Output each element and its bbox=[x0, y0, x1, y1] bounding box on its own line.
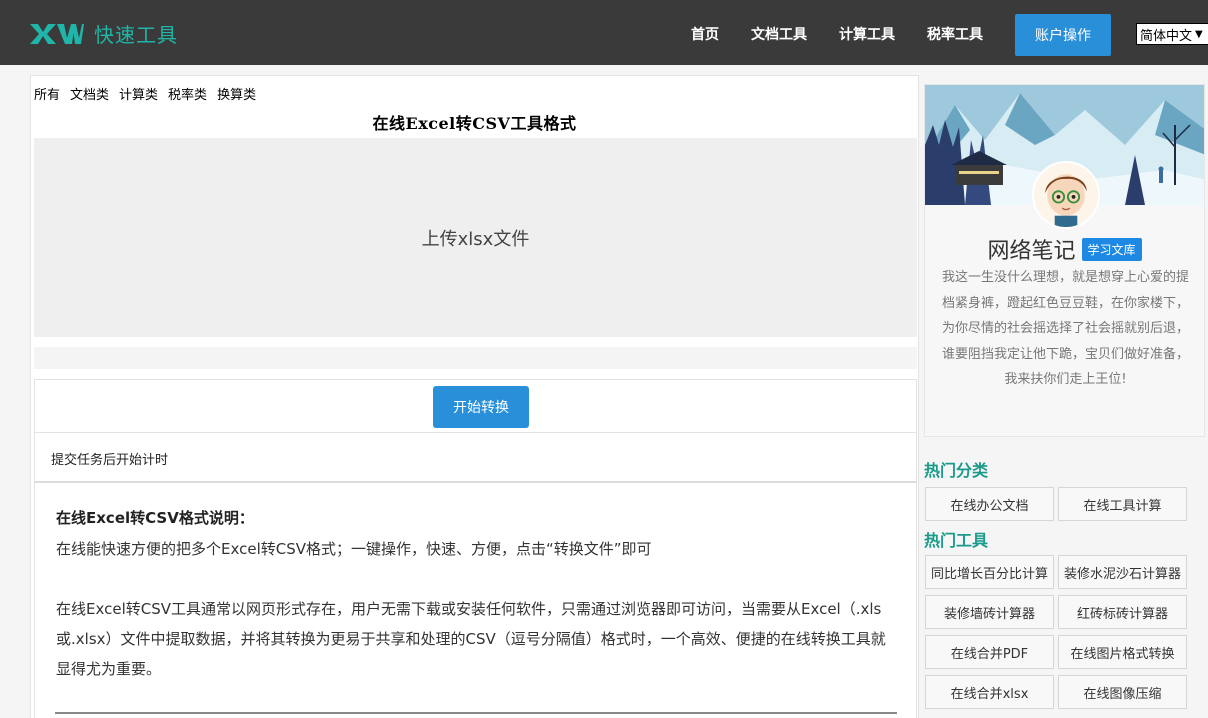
hot-tool-item[interactable]: 在线图像压缩 bbox=[1058, 675, 1187, 709]
nav-home[interactable]: 首页 bbox=[691, 24, 719, 44]
avatar[interactable] bbox=[1032, 161, 1100, 229]
hot-category-item[interactable]: 在线办公文档 bbox=[925, 487, 1054, 521]
category-filter: 所有 文档类 计算类 税率类 换算类 bbox=[34, 84, 266, 103]
hot-tool-item[interactable]: 装修墙砖计算器 bbox=[925, 595, 1054, 629]
profile-name-row: 网络笔记 学习文库 bbox=[925, 233, 1204, 265]
top-navbar: 快速工具 首页 文档工具 计算工具 税率工具 账户操作 简体中文 ▼ bbox=[0, 0, 1208, 65]
nav-tax-tools[interactable]: 税率工具 bbox=[927, 24, 983, 44]
action-box: 开始转换 bbox=[34, 379, 917, 433]
category-calc[interactable]: 计算类 bbox=[119, 84, 158, 103]
language-value: 简体中文 bbox=[1140, 28, 1193, 44]
timer-box: 提交任务后开始计时 bbox=[34, 433, 917, 483]
hot-tool-item[interactable]: 在线合并xlsx bbox=[925, 675, 1054, 709]
profile-name: 网络笔记 bbox=[987, 239, 1076, 264]
tool-title: 在线Excel转CSV工具格式 bbox=[372, 114, 577, 133]
profile-card: 网络笔记 学习文库 我这一生没什么理想，就是想穿上心爱的提档紧身裤，蹬起红色豆豆… bbox=[924, 84, 1205, 437]
logo-text: 快速工具 bbox=[94, 23, 178, 47]
nav-calc-tools[interactable]: 计算工具 bbox=[839, 24, 895, 44]
profile-bio: 我这一生没什么理想，就是想穿上心爱的提档紧身裤，蹬起红色豆豆鞋，在你家楼下，为你… bbox=[941, 270, 1189, 387]
hot-tool-item[interactable]: 同比增长百分比计算 bbox=[925, 555, 1054, 589]
profile-badge[interactable]: 学习文库 bbox=[1081, 237, 1142, 261]
description-box: 在线Excel转CSV格式说明： 在线能快速方便的把多个Excel转CSV格式；… bbox=[34, 483, 917, 718]
hot-category-item[interactable]: 在线工具计算 bbox=[1058, 487, 1187, 521]
upload-dropzone[interactable]: 上传xlsx文件 bbox=[34, 138, 917, 337]
description-paragraph2: 在线Excel转CSV工具通常以网页形式存在，用户无需下载或安装任何软件，只需通… bbox=[56, 600, 886, 678]
site-logo[interactable]: 快速工具 bbox=[28, 19, 178, 48]
category-tax[interactable]: 税率类 bbox=[168, 84, 207, 103]
timer-text: 提交任务后开始计时 bbox=[51, 453, 169, 468]
hot-categories-heading: 热门分类 bbox=[924, 461, 989, 480]
divider bbox=[55, 712, 897, 714]
language-select[interactable]: 简体中文 ▼ bbox=[1136, 23, 1208, 45]
account-button[interactable]: 账户操作 bbox=[1015, 14, 1111, 56]
category-conversion[interactable]: 换算类 bbox=[217, 84, 256, 103]
hot-tool-item[interactable]: 在线图片格式转换 bbox=[1058, 635, 1187, 669]
hot-tool-item[interactable]: 红砖标砖计算器 bbox=[1058, 595, 1187, 629]
description-line1: 在线能快速方便的把多个Excel转CSV格式；一键操作，快速、方便，点击“转换文… bbox=[56, 540, 652, 558]
description-title: 在线Excel转CSV格式说明： bbox=[56, 509, 254, 527]
hot-tool-item[interactable]: 装修水泥沙石计算器 bbox=[1058, 555, 1187, 589]
hot-tools-heading: 热门工具 bbox=[924, 531, 989, 550]
chevron-down-icon: ▼ bbox=[1195, 28, 1203, 40]
main-panel: 所有 文档类 计算类 税率类 换算类 在线Excel转CSV工具格式 上传xls… bbox=[30, 75, 919, 718]
progress-strip bbox=[34, 347, 917, 369]
hot-tool-item[interactable]: 在线合并PDF bbox=[925, 635, 1054, 669]
nav-document-tools[interactable]: 文档工具 bbox=[751, 24, 807, 44]
start-convert-button[interactable]: 开始转换 bbox=[433, 386, 529, 428]
logo-mark-icon bbox=[30, 23, 84, 44]
category-all[interactable]: 所有 bbox=[34, 84, 60, 103]
category-document[interactable]: 文档类 bbox=[70, 84, 109, 103]
